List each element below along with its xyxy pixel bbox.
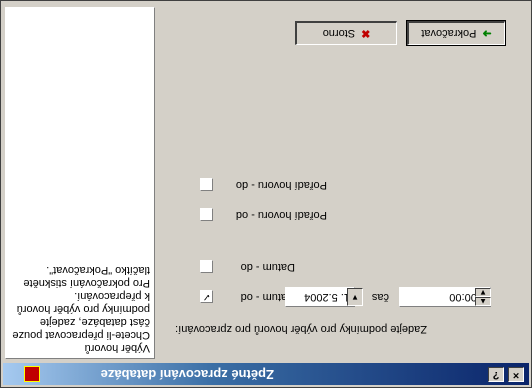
datum-od-checkbox[interactable]: ✓ xyxy=(200,290,213,303)
dialog-window: Zpětné zpracování databáze ? × Výběr hov… xyxy=(0,0,532,388)
database-icon xyxy=(24,366,40,382)
green-arrow-icon: ➜ xyxy=(482,27,492,39)
poradi-od-label: Pořadí hovoru - od xyxy=(235,209,327,221)
poradi-do-checkbox[interactable] xyxy=(200,178,213,191)
window-title: Zpětné zpracování databáze xyxy=(100,367,274,382)
title-bar[interactable]: Zpětné zpracování databáze ? × xyxy=(3,363,529,385)
time-label: čas xyxy=(371,291,389,303)
time-down-button[interactable]: ▼ xyxy=(475,288,491,297)
poradi-do-label: Pořadí hovoru - do xyxy=(235,179,327,191)
info-text: Výběr hovorů Chcete-li přepracovat pouze… xyxy=(12,264,150,354)
conditions-prompt: Zadejte podmínky pro výběr hovorů pro zp… xyxy=(175,323,427,335)
cancel-button[interactable]: ✖ Storno xyxy=(295,21,397,45)
datum-do-checkbox[interactable] xyxy=(200,260,213,273)
help-button[interactable]: ? xyxy=(488,367,504,382)
close-button[interactable]: × xyxy=(508,367,524,382)
cancel-label: Storno xyxy=(322,27,356,39)
time-up-button[interactable]: ▲ xyxy=(475,297,491,306)
datum-do-label: Datum - do xyxy=(240,261,295,273)
continue-button[interactable]: ➜ Pokračovat xyxy=(406,20,506,46)
poradi-od-checkbox[interactable] xyxy=(200,208,213,221)
datum-od-date-dropdown[interactable]: ▼ xyxy=(347,288,363,306)
datum-od-date-field[interactable]: 1. 5.2004 xyxy=(285,287,355,307)
continue-label: Pokračovat xyxy=(421,27,477,39)
info-panel: Výběr hovorů Chcete-li přepracovat pouze… xyxy=(5,7,155,359)
red-x-icon: ✖ xyxy=(361,27,371,39)
